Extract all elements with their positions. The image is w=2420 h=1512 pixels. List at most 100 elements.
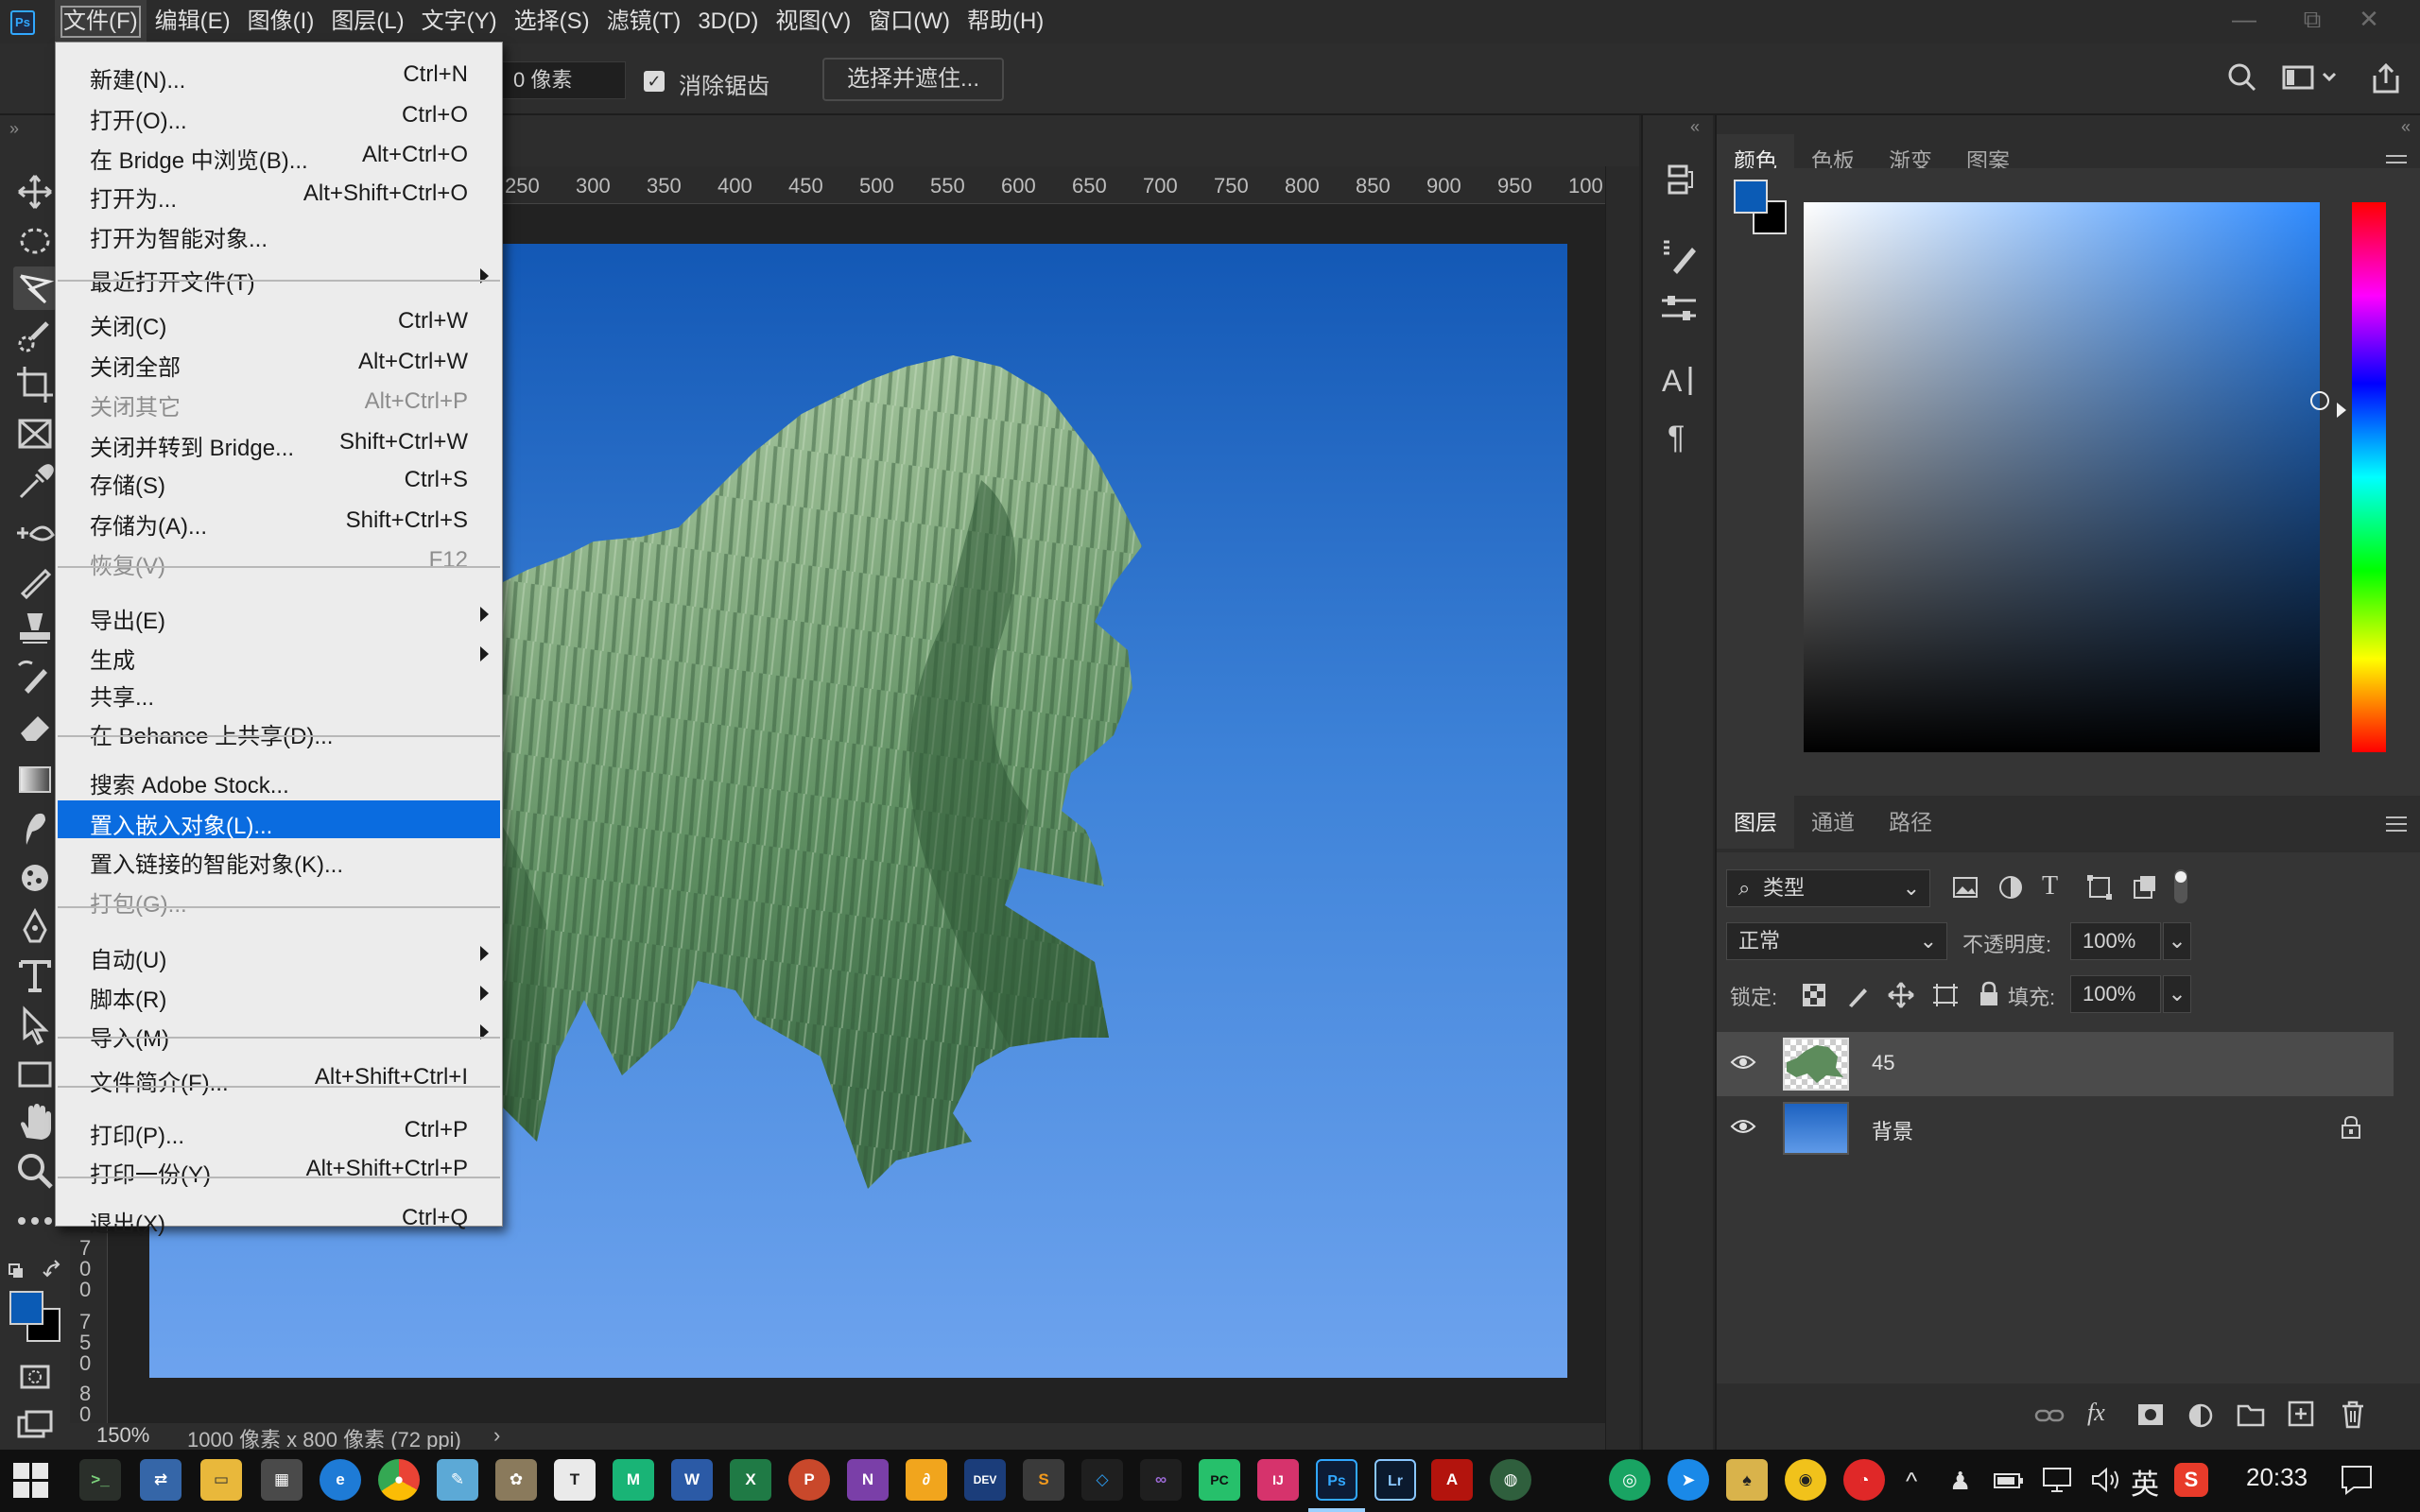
mask-icon[interactable] [2136, 1402, 2165, 1427]
link-icon[interactable] [2034, 1404, 2065, 1427]
file-menu-item[interactable]: 关闭全部 Alt+Ctrl+W [58, 342, 500, 381]
path-select-tool-icon[interactable] [13, 1004, 57, 1047]
opacity-input[interactable]: 100% [2070, 922, 2161, 960]
layer-name[interactable]: 45 [1872, 1051, 1894, 1075]
feishu-tray-icon[interactable]: ➤ [1668, 1459, 1709, 1501]
character-icon[interactable]: A [1656, 357, 1702, 403]
mindmaster-app[interactable]: M [613, 1459, 654, 1501]
antialias-checkbox[interactable]: ✓ [644, 71, 665, 92]
terminal-app[interactable]: >_ [79, 1459, 121, 1501]
vertical-scrollbar[interactable] [1605, 166, 1639, 1450]
menu-view[interactable]: 视图(V) [767, 0, 859, 43]
layer-filter-select[interactable]: ⌕ 类型 ⌄ [1726, 869, 1930, 907]
sponge-tool-icon[interactable] [13, 856, 57, 900]
menu-layer[interactable]: 图层(L) [322, 0, 412, 43]
menu-edit[interactable]: 编辑(E) [147, 0, 239, 43]
windows-start-icon[interactable] [13, 1463, 49, 1499]
panel-foreground-swatch[interactable] [1734, 180, 1768, 214]
file-menu-item[interactable]: 置入嵌入对象(L)... [58, 799, 500, 839]
frame-tool-icon[interactable] [13, 412, 57, 455]
history-brush-icon[interactable] [13, 656, 57, 699]
volume-icon[interactable] [2091, 1467, 2123, 1493]
fill-dropdown-icon[interactable]: ⌄ [2163, 975, 2191, 1013]
file-menu-item[interactable]: 共享... [58, 672, 500, 711]
workspace-icon[interactable] [2282, 62, 2339, 93]
lock-position-icon[interactable] [1887, 981, 1915, 1009]
more-tools-icon[interactable] [13, 1198, 57, 1242]
photoshop-logo-icon[interactable]: Ps [10, 10, 35, 35]
sublime-app[interactable]: S [1023, 1459, 1064, 1501]
file-menu-item[interactable]: 存储为(A)... Shift+Ctrl+S [58, 501, 500, 540]
healing-tool-icon[interactable] [13, 510, 57, 554]
gradient-tool-icon[interactable] [13, 758, 57, 801]
photoshop-app[interactable]: Ps [1316, 1459, 1357, 1501]
lock-artboard-icon[interactable] [1932, 983, 1959, 1007]
filter-pixel-icon[interactable] [1951, 873, 1979, 902]
move-tool-icon[interactable] [13, 170, 57, 214]
opacity-dropdown-icon[interactable]: ⌄ [2163, 922, 2191, 960]
pycharm-app[interactable]: PC [1199, 1459, 1240, 1501]
menu-filter[interactable]: 滤镜(T) [598, 0, 690, 43]
powerpoint-app[interactable]: P [788, 1459, 830, 1501]
file-menu-item[interactable]: 在 Bridge 中浏览(B)... Alt+Ctrl+O [58, 135, 500, 174]
select-and-mask-button[interactable]: 选择并遮住... [822, 58, 1004, 101]
properties-icon[interactable] [1656, 285, 1702, 331]
tray-overflow-icon[interactable]: ^ [1906, 1467, 1917, 1496]
network-app[interactable]: ⇄ [140, 1459, 182, 1501]
type-tool-icon[interactable] [13, 954, 57, 998]
browser-tray-icon[interactable]: ◉ [1785, 1459, 1826, 1501]
menu-3d[interactable]: 3D(D) [689, 0, 767, 43]
filter-adjustment-icon[interactable] [1996, 873, 2025, 902]
chromium-app[interactable]: ◍ [1490, 1459, 1531, 1501]
network-icon[interactable] [2042, 1467, 2074, 1493]
visibility-eye-icon[interactable] [1730, 1117, 1756, 1136]
app-tray-icon[interactable]: ♠ [1726, 1459, 1768, 1501]
vscode-app[interactable]: ◇ [1081, 1459, 1123, 1501]
menu-file[interactable]: 文件(F) [55, 0, 147, 43]
clock[interactable]: 20:33 [2246, 1463, 2308, 1492]
eyedropper-tool-icon[interactable] [13, 461, 57, 505]
quick-select-tool-icon[interactable] [13, 316, 57, 359]
hue-slider-marker[interactable] [2337, 403, 2346, 418]
netease-tray-icon[interactable]: ◔ [1843, 1459, 1885, 1501]
file-menu-item[interactable]: 关闭并转到 Bridge... Shift+Ctrl+W [58, 422, 500, 461]
share-icon[interactable] [2371, 62, 2401, 94]
edge-app[interactable]: e [320, 1459, 361, 1501]
fx-icon[interactable]: fx [2087, 1399, 2105, 1427]
minimize-button[interactable]: — [2210, 0, 2278, 38]
file-menu-item[interactable]: 退出(X) Ctrl+Q [58, 1198, 500, 1237]
layer-row[interactable]: 背景 [1717, 1096, 2394, 1160]
lasso-tool-icon[interactable] [13, 266, 57, 310]
stamp-tool-icon[interactable] [13, 607, 57, 650]
evernote-app[interactable]: ∂ [906, 1459, 947, 1501]
file-menu-item[interactable]: 导出(E) [58, 595, 500, 634]
file-menu-item[interactable]: 存储(S) Ctrl+S [58, 460, 500, 499]
folder-icon[interactable] [2237, 1402, 2265, 1427]
history-icon[interactable] [1656, 159, 1702, 204]
marquee-tool-icon[interactable] [13, 219, 57, 263]
screen-mode-icon[interactable] [13, 1404, 57, 1448]
status-menu-arrow-icon[interactable]: › [493, 1423, 500, 1448]
color-picker-field[interactable] [1804, 202, 2329, 752]
fill-input[interactable]: 100% [2070, 975, 2161, 1013]
close-window-button[interactable]: ✕ [2335, 0, 2403, 38]
file-menu-item[interactable]: 文件简介(F)... Alt+Shift+Ctrl+I [58, 1057, 500, 1096]
qq-tray-icon[interactable]: ♟ [1949, 1467, 1971, 1496]
menu-image[interactable]: 图像(I) [239, 0, 323, 43]
file-menu-item[interactable]: 最近打开文件(T) [58, 257, 500, 296]
menu-type[interactable]: 文字(Y) [413, 0, 506, 43]
lock-transparent-icon[interactable] [1802, 983, 1826, 1007]
filter-type-icon[interactable]: T [2042, 871, 2058, 902]
file-menu-item[interactable]: 打印(P)... Ctrl+P [58, 1110, 500, 1149]
file-menu-item[interactable]: 关闭(C) Ctrl+W [58, 301, 500, 340]
chrome-app[interactable]: ● [378, 1459, 420, 1501]
tab-paths[interactable]: 路径 [1872, 796, 1949, 849]
notepad-app[interactable]: ✎ [437, 1459, 478, 1501]
wechat-tray-icon[interactable]: ◎ [1609, 1459, 1651, 1501]
word-app[interactable]: W [671, 1459, 713, 1501]
brush-settings-icon[interactable] [1656, 234, 1702, 280]
intellij-app[interactable]: IJ [1257, 1459, 1299, 1501]
visualstudio-app[interactable]: ∞ [1140, 1459, 1182, 1501]
adjustment-icon[interactable] [2187, 1402, 2214, 1429]
file-menu-item[interactable]: 自动(U) [58, 935, 500, 973]
